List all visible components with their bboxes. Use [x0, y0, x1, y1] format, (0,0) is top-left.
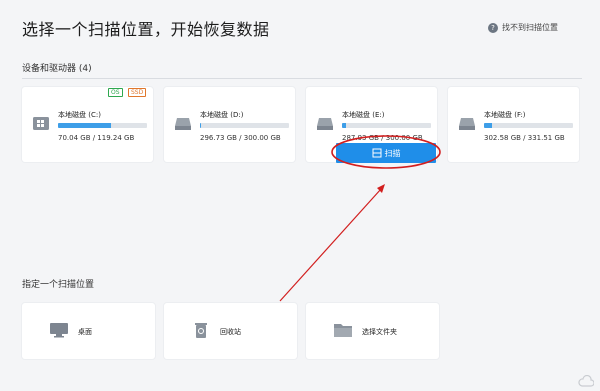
location-card-recycle-bin[interactable]: 回收站 [164, 303, 297, 359]
os-badge: OS [108, 88, 123, 97]
recycle-bin-icon [195, 323, 207, 338]
drive-card-d[interactable]: 本地磁盘 (D:) 296.73 GB / 300.00 GB [164, 87, 295, 162]
ssd-badge: SSD [128, 88, 147, 97]
drive-name: 本地磁盘 (D:) [200, 111, 244, 119]
scan-icon [372, 148, 381, 158]
hard-drive-icon [175, 118, 191, 130]
watermark [578, 375, 594, 387]
scan-button[interactable]: 扫描 [336, 143, 436, 163]
devices-section-label: 设备和驱动器 (4) [22, 64, 92, 74]
folder-icon [334, 324, 352, 337]
annotation-arrow-line [279, 188, 382, 302]
question-icon: ? [488, 22, 498, 33]
help-link[interactable]: ? 找不到扫描位置 [488, 22, 558, 33]
cloud-logo-icon [578, 375, 594, 387]
drive-usage-fill [484, 123, 492, 128]
drive-card-f[interactable]: 本地磁盘 (F:) 302.58 GB / 331.51 GB [448, 87, 579, 162]
windows-drive-icon [33, 117, 49, 130]
drive-size: 302.58 GB / 331.51 GB [484, 134, 565, 142]
drive-card-c[interactable]: OS SSD 本地磁盘 (C:) 70.04 GB / 119.24 GB [22, 87, 153, 162]
drive-usage-fill [342, 123, 346, 128]
drive-usage-bar [58, 123, 147, 128]
hard-drive-icon [459, 118, 475, 130]
drive-size: 287.93 GB / 300.00 GB [342, 134, 423, 142]
drive-name: 本地磁盘 (E:) [342, 111, 385, 119]
desktop-icon [50, 323, 68, 338]
section-divider [22, 78, 582, 79]
drive-usage-bar [484, 123, 573, 128]
drive-usage-bar [200, 123, 289, 128]
location-label: 回收站 [220, 328, 241, 336]
drive-name: 本地磁盘 (F:) [484, 111, 526, 119]
drive-usage-fill [58, 123, 111, 128]
drive-size: 70.04 GB / 119.24 GB [58, 134, 135, 142]
drive-size: 296.73 GB / 300.00 GB [200, 134, 281, 142]
location-label: 选择文件夹 [362, 328, 397, 336]
hard-drive-icon [317, 118, 333, 130]
location-card-desktop[interactable]: 桌面 [22, 303, 155, 359]
location-label: 桌面 [78, 328, 92, 336]
help-link-label: 找不到扫描位置 [502, 23, 558, 32]
locations-section-label: 指定一个扫描位置 [22, 280, 95, 290]
annotation-arrow-head [377, 184, 385, 193]
drive-usage-fill [200, 123, 201, 128]
drive-usage-bar [342, 123, 431, 128]
page-title: 选择一个扫描位置，开始恢复数据 [22, 20, 270, 39]
scan-button-label: 扫描 [384, 148, 401, 158]
location-card-folder[interactable]: 选择文件夹 [306, 303, 439, 359]
drive-name: 本地磁盘 (C:) [58, 111, 101, 119]
